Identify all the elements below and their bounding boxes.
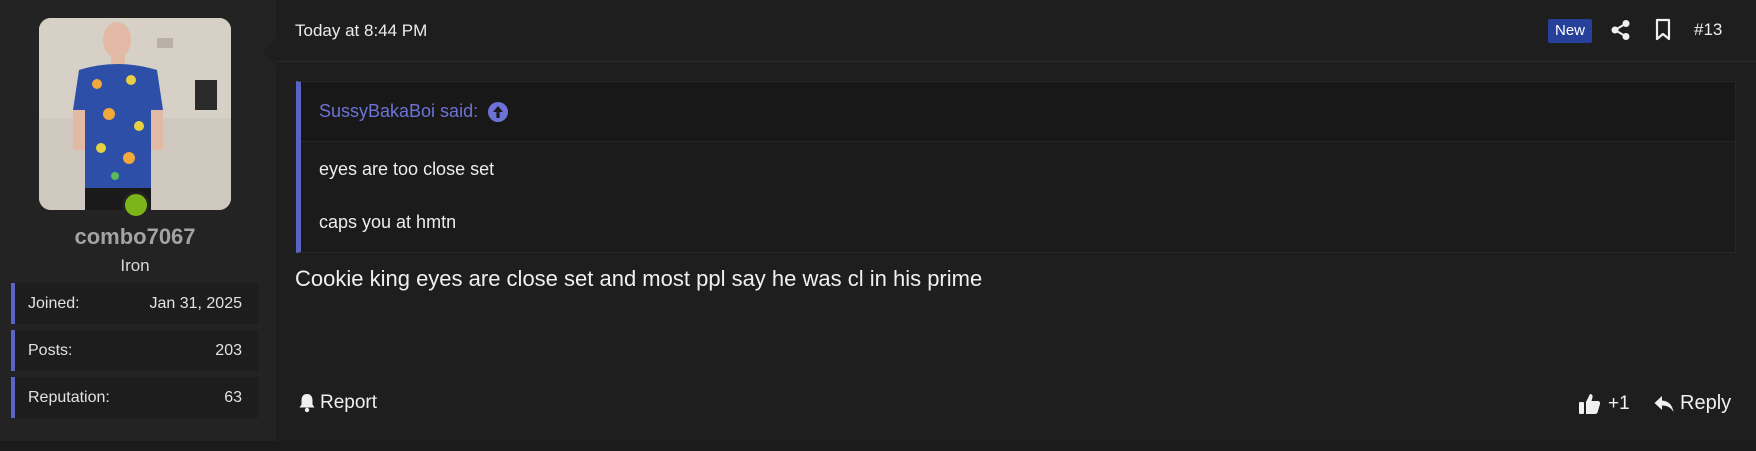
post-header: Today at 8:44 PM New #13 [276, 0, 1756, 62]
post-arrow [262, 38, 276, 66]
reply-button[interactable]: Reply [1653, 392, 1731, 415]
share-icon[interactable] [1610, 19, 1632, 41]
quote-block: SussyBakaBoi said: eyes are too close se… [296, 81, 1736, 253]
bookmark-icon[interactable] [1653, 18, 1673, 42]
thumbs-up-icon [1578, 392, 1602, 416]
avatar[interactable] [39, 18, 231, 210]
forum-post: combo7067 Iron Joined: Jan 31, 2025 Post… [0, 0, 1756, 441]
username[interactable]: combo7067 [0, 224, 270, 250]
post-message: Cookie king eyes are close set and most … [295, 266, 983, 291]
quote-header: SussyBakaBoi said: [301, 82, 1735, 142]
stat-value: Jan 31, 2025 [149, 294, 242, 312]
stat-joined: Joined: Jan 31, 2025 [11, 283, 258, 324]
new-badge: New [1548, 19, 1593, 43]
stat-label: Posts: [28, 341, 73, 359]
bell-icon [298, 393, 316, 413]
stat-label: Joined: [28, 294, 80, 312]
reply-arrow-icon [1653, 394, 1675, 414]
quote-author-link[interactable]: SussyBakaBoi said: [319, 101, 478, 122]
report-button[interactable]: Report [298, 392, 377, 414]
quote-line: caps you at hmtn [319, 212, 457, 232]
reply-label: Reply [1680, 392, 1732, 414]
jump-to-quote-icon[interactable] [487, 101, 509, 123]
stat-value: 63 [224, 388, 242, 406]
stat-reputation: Reputation: 63 [11, 377, 258, 418]
like-count: +1 [1608, 393, 1630, 414]
stat-posts: Posts: 203 [11, 330, 258, 371]
user-sidebar: combo7067 Iron Joined: Jan 31, 2025 Post… [0, 0, 276, 441]
like-button[interactable]: +1 [1578, 392, 1630, 416]
quote-line: eyes are too close set [319, 159, 495, 179]
user-title: Iron [120, 256, 150, 275]
post-main: Today at 8:44 PM New #13 SussyBakaBoi sa… [276, 0, 1756, 441]
stat-value: 203 [215, 341, 242, 359]
post-timestamp[interactable]: Today at 8:44 PM [295, 21, 427, 41]
avatar-image [39, 18, 231, 210]
post-number-link[interactable]: #13 [1694, 20, 1722, 40]
online-status-indicator [122, 191, 150, 219]
report-label: Report [320, 392, 378, 413]
stat-label: Reputation: [28, 388, 110, 406]
